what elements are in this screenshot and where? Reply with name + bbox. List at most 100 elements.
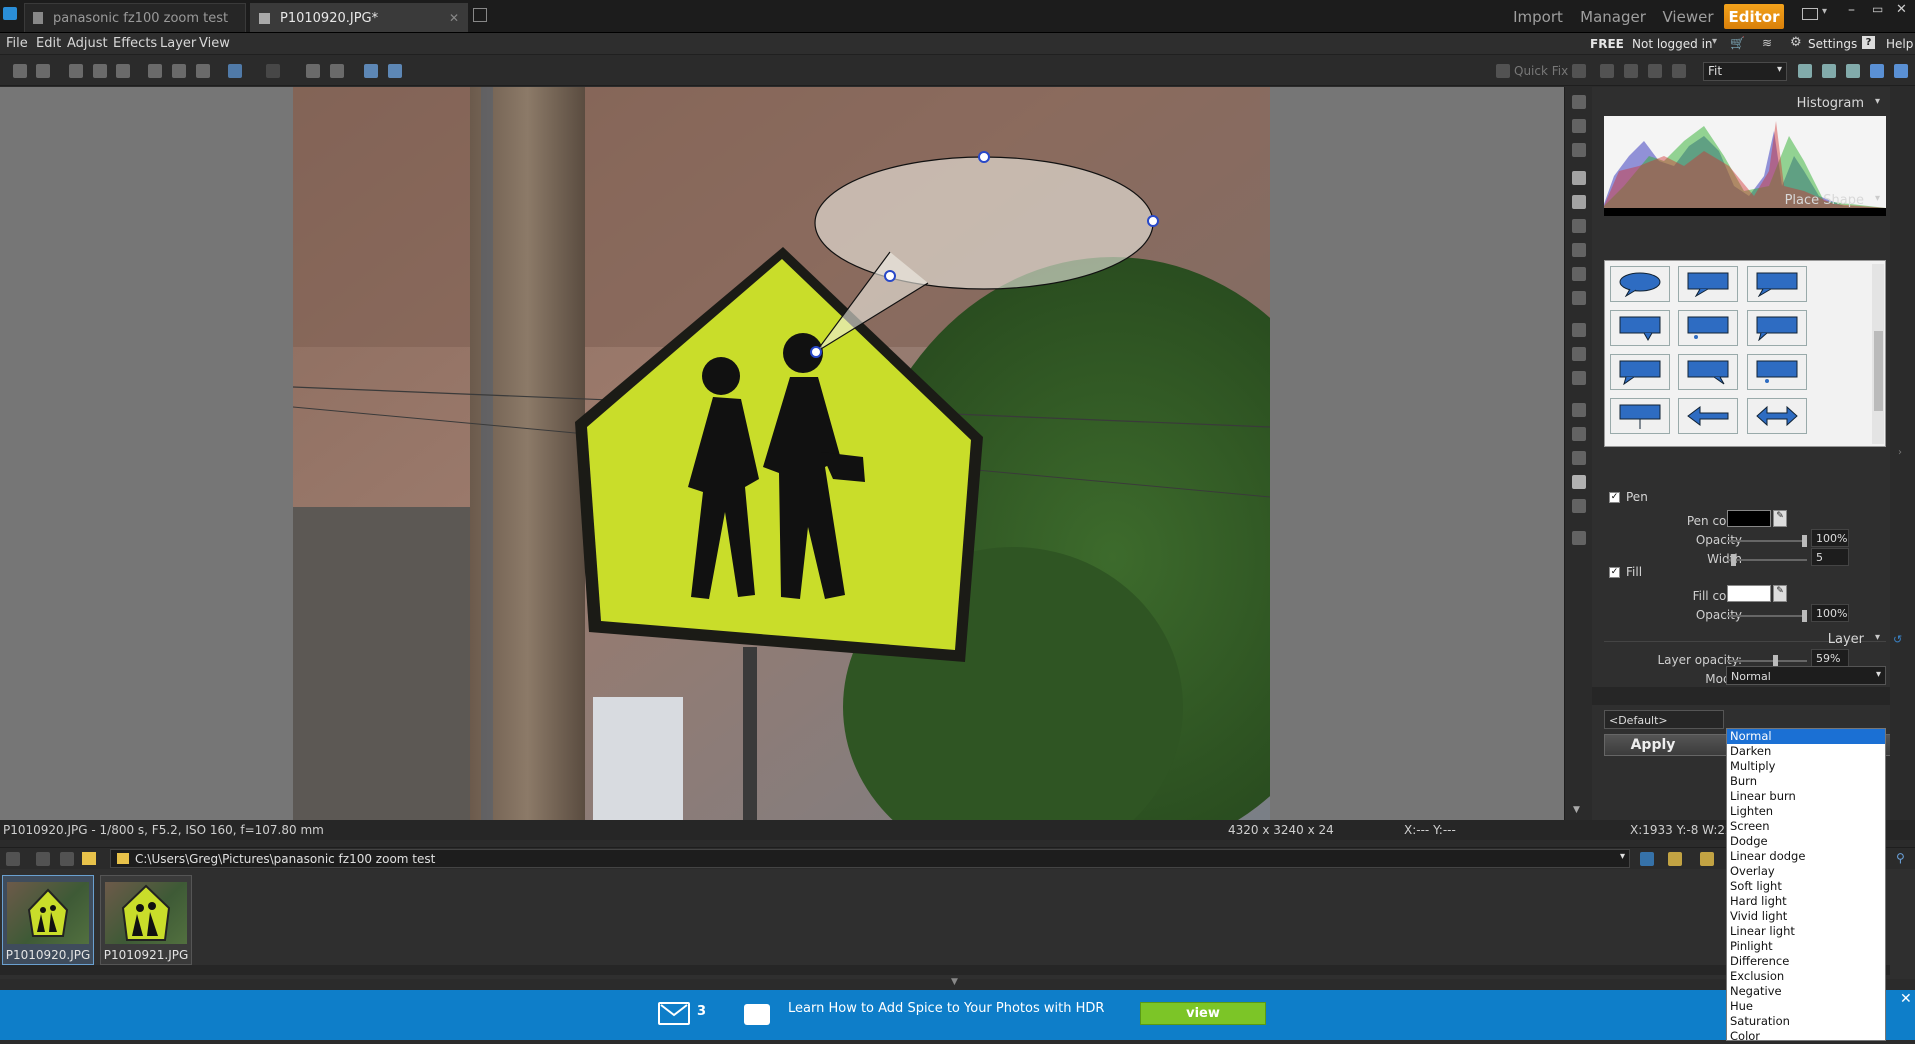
paste-special-icon[interactable] bbox=[196, 64, 210, 78]
view-button[interactable]: view bbox=[1140, 1002, 1266, 1025]
shape-tool-icon[interactable] bbox=[1572, 475, 1586, 489]
gradient-tool-icon[interactable] bbox=[1572, 243, 1586, 257]
hand-tool-icon[interactable] bbox=[1572, 195, 1586, 209]
pen-checkbox[interactable]: ✓ bbox=[1609, 492, 1620, 503]
shape-rect-callout-6[interactable] bbox=[1678, 354, 1738, 390]
brush-tool-icon[interactable] bbox=[1572, 403, 1586, 417]
dropdown-option[interactable]: Soft light bbox=[1727, 879, 1885, 894]
help-icon[interactable]: ? bbox=[1862, 36, 1875, 49]
menu-effects[interactable]: Effects bbox=[113, 36, 157, 51]
slider-knob[interactable] bbox=[1802, 535, 1807, 547]
refresh-icon[interactable] bbox=[1640, 852, 1654, 866]
dropdown-option[interactable]: Hue bbox=[1727, 999, 1885, 1014]
fullscreen-icon[interactable] bbox=[1894, 64, 1908, 78]
scroll-down-icon[interactable]: ▼ bbox=[1573, 805, 1580, 815]
zoom-out-icon[interactable] bbox=[1822, 64, 1836, 78]
quick-fix-icon[interactable] bbox=[1496, 64, 1510, 78]
chevron-down-icon[interactable]: ▾ bbox=[1875, 193, 1880, 204]
scrollbar-thumb[interactable] bbox=[1874, 331, 1883, 411]
fill-opacity-slider[interactable] bbox=[1727, 610, 1807, 622]
mail-icon[interactable] bbox=[658, 1002, 690, 1025]
banner-message[interactable]: Learn How to Add Spice to Your Photos wi… bbox=[788, 1001, 1104, 1016]
dropdown-option[interactable]: Saturation bbox=[1727, 1014, 1885, 1029]
line-tool-icon[interactable] bbox=[1572, 499, 1586, 513]
back-icon[interactable] bbox=[6, 852, 20, 866]
pen-opacity-slider[interactable] bbox=[1727, 535, 1807, 547]
histogram-title[interactable]: Histogram bbox=[1797, 96, 1864, 111]
chevron-down-icon[interactable]: ▾ bbox=[1875, 96, 1880, 107]
path-input[interactable]: C:\Users\Greg\Pictures\panasonic fz100 z… bbox=[110, 849, 1630, 868]
forward-icon[interactable] bbox=[36, 64, 50, 78]
layer-opacity-input[interactable]: 59% bbox=[1811, 649, 1849, 667]
mode-select[interactable]: Normal ▾ bbox=[1726, 666, 1886, 685]
fill-checkbox[interactable]: ✓ bbox=[1609, 567, 1620, 578]
close-window-icon[interactable]: ✕ bbox=[1896, 2, 1907, 17]
text-tool-icon[interactable] bbox=[1572, 267, 1586, 281]
slider-knob[interactable] bbox=[1802, 610, 1807, 622]
shape-rect-callout-1[interactable] bbox=[1678, 266, 1738, 302]
maximize-icon[interactable]: ▭ bbox=[1872, 2, 1883, 16]
pen-opacity-input[interactable]: 100% bbox=[1811, 529, 1849, 547]
fill-color-swatch[interactable] bbox=[1727, 585, 1771, 602]
sharpen-icon[interactable] bbox=[1648, 64, 1662, 78]
split-view-icon[interactable] bbox=[330, 64, 344, 78]
shape-thought-callout-2[interactable] bbox=[1747, 354, 1807, 390]
search-icon[interactable]: ⚲ bbox=[1896, 851, 1905, 865]
pen-width-input[interactable]: 5 bbox=[1811, 548, 1849, 566]
print-icon[interactable] bbox=[116, 64, 130, 78]
menu-file[interactable]: File bbox=[6, 36, 28, 51]
redo-icon[interactable] bbox=[266, 64, 280, 78]
menu-edit[interactable]: Edit bbox=[36, 36, 61, 51]
zoom-tool-icon[interactable] bbox=[1572, 171, 1586, 185]
crop-icon[interactable] bbox=[1672, 64, 1686, 78]
shape-rect-callout-5[interactable] bbox=[1610, 354, 1670, 390]
open-icon[interactable] bbox=[69, 64, 83, 78]
crop-tool-icon[interactable] bbox=[1572, 219, 1586, 233]
pen-width-slider[interactable] bbox=[1727, 554, 1807, 566]
layer-tool-icon[interactable] bbox=[1572, 291, 1586, 305]
dropdown-option[interactable]: Dodge bbox=[1727, 834, 1885, 849]
shape-oval-callout[interactable] bbox=[1610, 266, 1670, 302]
compare-icon[interactable] bbox=[306, 64, 320, 78]
dropdown-option[interactable]: Color bbox=[1727, 1029, 1885, 1044]
save-icon[interactable] bbox=[93, 64, 107, 78]
photo-image[interactable] bbox=[293, 87, 1270, 820]
dropdown-option[interactable]: Multiply bbox=[1727, 759, 1885, 774]
dual-view-icon[interactable] bbox=[388, 64, 402, 78]
select-tool-icon[interactable] bbox=[1572, 427, 1586, 441]
folder-up-icon[interactable] bbox=[82, 852, 96, 865]
shape-rect-callout-2[interactable] bbox=[1747, 266, 1807, 302]
layer-title[interactable]: Layer bbox=[1828, 632, 1864, 647]
settings-link[interactable]: Settings bbox=[1808, 37, 1857, 51]
expand-icon[interactable]: ▼ bbox=[951, 977, 958, 987]
tool-icon[interactable] bbox=[1572, 64, 1586, 78]
close-icon[interactable]: ✕ bbox=[449, 11, 459, 25]
paste-icon[interactable] bbox=[172, 64, 186, 78]
mode-viewer[interactable]: Viewer bbox=[1660, 4, 1716, 29]
heal-tool-icon[interactable] bbox=[1572, 371, 1586, 385]
thumbnail[interactable]: P1010920.JPG bbox=[2, 875, 94, 965]
menu-adjust[interactable]: Adjust bbox=[67, 36, 108, 51]
menu-view[interactable]: View bbox=[199, 36, 230, 51]
minimize-icon[interactable]: – bbox=[1848, 2, 1855, 18]
mode-manager[interactable]: Manager bbox=[1580, 4, 1646, 29]
dropdown-option[interactable]: Linear light bbox=[1727, 924, 1885, 939]
slider-knob[interactable] bbox=[1731, 554, 1736, 566]
thumbnail[interactable]: P1010921.JPG bbox=[100, 875, 192, 965]
dropdown-option[interactable]: Pinlight bbox=[1727, 939, 1885, 954]
new-tab-icon[interactable] bbox=[473, 8, 487, 22]
dropdown-option[interactable]: Linear burn bbox=[1727, 789, 1885, 804]
shape-rect-callout-4[interactable] bbox=[1747, 310, 1807, 346]
shape-arrow-double[interactable] bbox=[1747, 398, 1807, 434]
dropdown-option[interactable]: Negative bbox=[1727, 984, 1885, 999]
dropdown-option[interactable]: Linear dodge bbox=[1727, 849, 1885, 864]
quick-fix-label[interactable]: Quick Fix bbox=[1514, 64, 1568, 78]
forward-icon[interactable] bbox=[36, 852, 50, 866]
shape-thought-callout[interactable] bbox=[1678, 310, 1738, 346]
preset-select[interactable]: <Default> bbox=[1604, 710, 1724, 729]
pen-color-swatch[interactable] bbox=[1727, 510, 1771, 527]
clone-tool-icon[interactable] bbox=[1572, 347, 1586, 361]
menu-layer[interactable]: Layer bbox=[160, 36, 196, 51]
filmstrip-scrollbar[interactable] bbox=[0, 965, 1890, 975]
dropdown-option[interactable]: Darken bbox=[1727, 744, 1885, 759]
